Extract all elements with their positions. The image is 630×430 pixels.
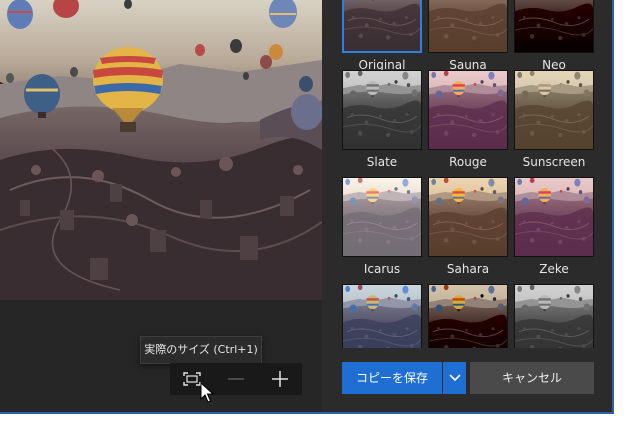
filter-tile-row4-2[interactable] xyxy=(428,284,508,348)
window-border xyxy=(0,412,614,414)
filter-thumbnail xyxy=(514,177,594,257)
filter-label: Zeke xyxy=(539,262,569,276)
filter-icarus[interactable]: Icarus xyxy=(342,177,422,278)
filter-label: Sunscreen xyxy=(522,155,586,169)
filter-label: Icarus xyxy=(363,262,401,276)
save-options-dropdown[interactable] xyxy=(443,362,466,394)
filter-tile-row4-1[interactable] xyxy=(342,284,422,348)
filter-thumbnail xyxy=(428,177,508,257)
filter-panel: Original Sauna Neo Slate Rouge Sunscreen… xyxy=(322,0,612,412)
filter-zeke[interactable]: Zeke xyxy=(514,177,594,278)
filter-grid: Original Sauna Neo Slate Rouge Sunscreen… xyxy=(322,0,612,348)
filter-thumbnail xyxy=(342,284,422,348)
mouse-pointer-icon xyxy=(200,382,214,403)
filter-label: Slate xyxy=(366,155,398,169)
photos-app-window: 実際のサイズ (Ctrl+1) Original Sauna Neo Slate… xyxy=(0,0,612,412)
filter-thumbnail xyxy=(514,284,594,348)
filter-neo[interactable]: Neo xyxy=(514,0,594,74)
filter-thumbnail xyxy=(342,177,422,257)
filter-thumbnail xyxy=(428,0,508,53)
filter-thumbnail xyxy=(342,0,422,53)
cancel-button[interactable]: キャンセル xyxy=(470,362,594,394)
zoom-toolbar xyxy=(170,363,302,395)
filter-thumbnail xyxy=(514,70,594,150)
chevron-down-icon xyxy=(448,374,461,382)
photo-preview-area: 実際のサイズ (Ctrl+1) xyxy=(0,0,322,412)
filter-slate[interactable]: Slate xyxy=(342,70,422,171)
filter-thumbnail xyxy=(342,70,422,150)
filter-tile-row4-3[interactable] xyxy=(514,284,594,348)
filter-sahara[interactable]: Sahara xyxy=(428,177,508,278)
fit-screen-icon xyxy=(183,372,201,386)
zoom-out-button[interactable] xyxy=(214,363,258,395)
filter-sauna[interactable]: Sauna xyxy=(428,0,508,74)
photo-preview xyxy=(0,0,322,300)
action-footer: コピーを保存 キャンセル xyxy=(322,348,612,412)
save-copy-button[interactable]: コピーを保存 xyxy=(342,362,442,394)
filter-thumbnail xyxy=(428,284,508,348)
window-border xyxy=(612,0,614,412)
zoom-in-button[interactable] xyxy=(258,363,302,395)
filter-sunscreen[interactable]: Sunscreen xyxy=(514,70,594,171)
actual-size-tooltip: 実際のサイズ (Ctrl+1) xyxy=(140,336,262,364)
filter-label: Rouge xyxy=(449,155,487,169)
filter-thumbnail xyxy=(514,0,594,53)
filter-label: Sahara xyxy=(446,262,490,276)
filter-rouge[interactable]: Rouge xyxy=(428,70,508,171)
plus-icon xyxy=(272,371,288,387)
filter-thumbnail xyxy=(428,70,508,150)
filter-original[interactable]: Original xyxy=(342,0,422,74)
minus-icon xyxy=(228,378,244,380)
